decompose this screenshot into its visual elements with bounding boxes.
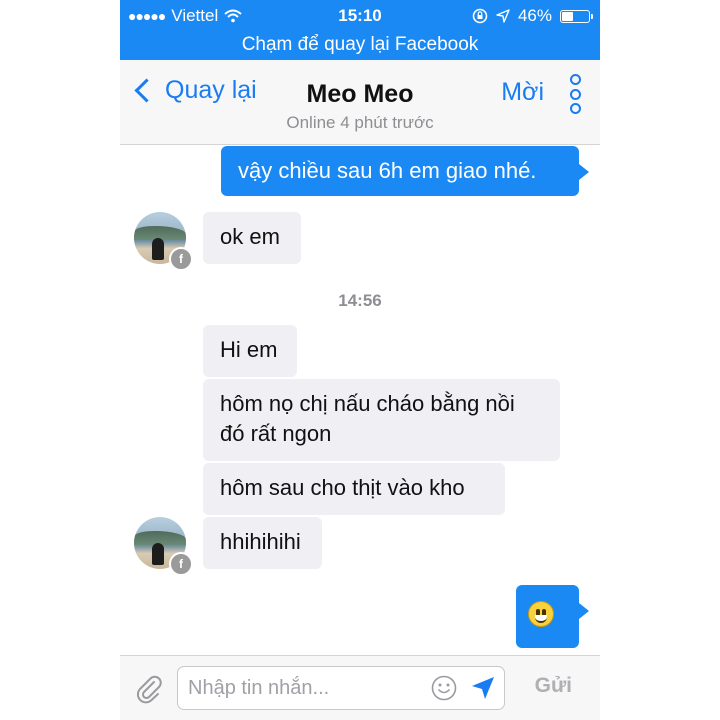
invite-button[interactable]: Mời — [501, 78, 544, 107]
message-composer: Nhập tin nhắn... Gửi — [120, 655, 600, 720]
smiley-emoji-icon — [528, 601, 554, 627]
incoming-message[interactable]: hhihihihi — [203, 517, 322, 569]
facebook-badge-icon: f — [169, 247, 193, 271]
return-to-facebook-bar[interactable]: Chạm để quay lại Facebook — [120, 32, 600, 60]
location-arrow-icon — [496, 9, 510, 23]
message-text: hôm sau cho thịt vào kho — [220, 475, 465, 500]
incoming-message[interactable]: hôm nọ chị nấu cháo bằng nồi đó rất ngon — [203, 379, 560, 461]
send-button[interactable]: Gửi — [535, 674, 572, 698]
status-right: 46% — [472, 6, 593, 26]
incoming-message[interactable]: ok em — [203, 212, 301, 264]
facebook-badge-icon: f — [169, 552, 193, 576]
message-text: ok em — [220, 224, 280, 249]
more-options-icon[interactable] — [570, 74, 582, 114]
message-text-line: hôm nọ chị nấu cháo bằng nồi — [220, 391, 515, 416]
message-text: vậy chiều sau 6h em giao nhé. — [238, 158, 537, 183]
rotation-lock-icon — [472, 8, 488, 24]
incoming-message[interactable]: hôm sau cho thịt vào kho — [203, 463, 505, 515]
incoming-message[interactable]: Hi em — [203, 325, 297, 377]
send-location-icon[interactable] — [470, 675, 496, 701]
message-text: hhihihihi — [220, 529, 301, 554]
outgoing-message[interactable]: vậy chiều sau 6h em giao nhé. — [221, 146, 589, 196]
paperclip-icon[interactable] — [134, 674, 164, 704]
conversation-header: Quay lại Meo Meo Online 4 phút trước Mời — [120, 60, 600, 145]
online-status: Online 4 phút trước — [286, 113, 434, 132]
emoji-picker-icon[interactable] — [431, 675, 457, 701]
battery-icon — [560, 9, 593, 23]
outgoing-emoji-message[interactable] — [516, 585, 589, 648]
message-input-placeholder: Nhập tin nhắn... — [188, 677, 330, 699]
message-timestamp: 14:56 — [338, 291, 382, 310]
status-bar: ●●●●● Viettel 15:10 46% — [120, 0, 600, 32]
message-input[interactable]: Nhập tin nhắn... — [177, 666, 505, 710]
message-text-line: đó rất ngon — [220, 421, 332, 446]
messenger-screen: ●●●●● Viettel 15:10 46% Chạm để quay lại… — [120, 0, 600, 720]
battery-percent: 46% — [517, 6, 552, 25]
message-text: Hi em — [220, 337, 278, 362]
